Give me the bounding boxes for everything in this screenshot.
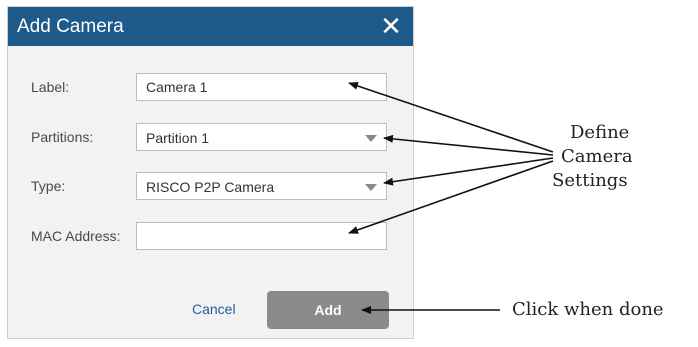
type-select[interactable]: RISCO P2P Camera [136,172,387,200]
label-field-caption: Label: [31,79,70,95]
screenshot-stage: Add Camera ✕ Label: Partitions: Partitio… [0,0,698,347]
dialog-titlebar: Add Camera ✕ [8,7,413,46]
partitions-field-caption: Partitions: [31,129,94,145]
partitions-selected-value: Partition 1 [146,130,210,146]
add-camera-dialog: Add Camera ✕ Label: Partitions: Partitio… [7,6,414,339]
annotation-settings: Settings [552,170,628,191]
close-icon[interactable]: ✕ [378,13,404,39]
chevron-down-icon [365,184,377,191]
partitions-select[interactable]: Partition 1 [136,123,387,151]
annotation-click-when-done: Click when done [512,299,664,320]
mac-field-caption: MAC Address: [31,228,121,244]
mac-address-input[interactable] [136,222,387,250]
annotation-camera: Camera [561,146,633,167]
type-field-caption: Type: [31,178,66,194]
label-input[interactable] [136,73,387,101]
add-button[interactable]: Add [267,291,389,329]
chevron-down-icon [365,135,377,142]
cancel-button[interactable]: Cancel [192,301,236,317]
annotation-define: Define [570,122,630,143]
dialog-title: Add Camera [17,16,124,37]
type-selected-value: RISCO P2P Camera [146,179,275,195]
